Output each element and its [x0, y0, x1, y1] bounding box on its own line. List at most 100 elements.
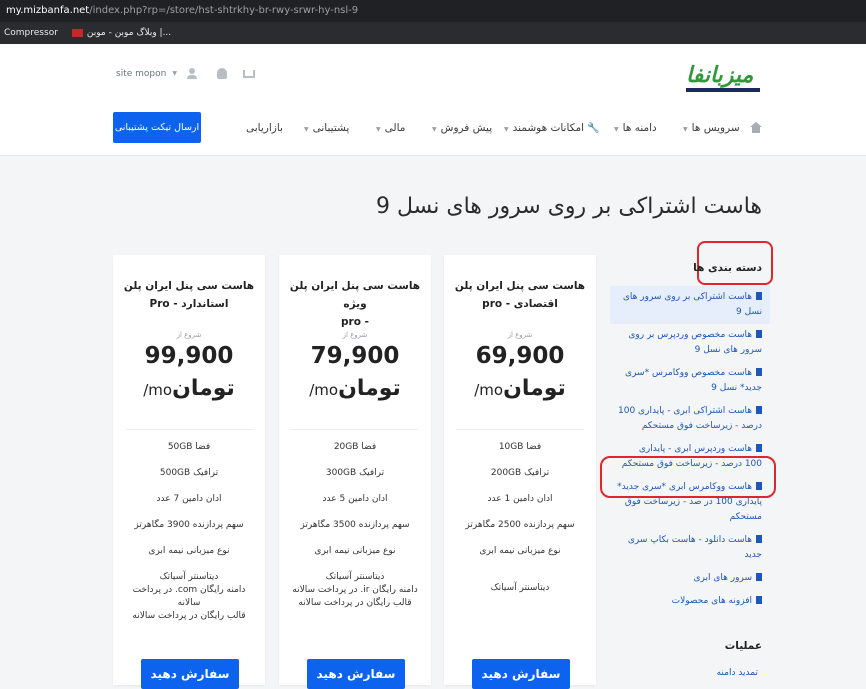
product-title: هاست سی پنل ایران پلن استاندارد - Pro	[121, 277, 257, 313]
page-title: هاست اشتراکی بر روی سرور های نسل 9	[375, 194, 762, 219]
bookmarks-bar: Compressor وبلاگ موبن - موبن |...	[0, 22, 866, 44]
url-path: /index.php?rp=/store/hst-shtrkhy-br-rwy-…	[89, 5, 359, 16]
currency: تومان	[503, 376, 566, 401]
nav-services[interactable]: سرویس ها▼	[683, 122, 740, 134]
product-title-line: استاندارد - Pro	[149, 298, 229, 310]
chevron-down-icon: ▼	[172, 70, 177, 77]
feature-item: دامنه رایگان ir. در پرداخت سالانه	[292, 585, 418, 595]
feature-item: نوع میزبانی نیمه ابری	[314, 546, 396, 556]
divider	[456, 429, 584, 430]
nav-billing[interactable]: مالی▼	[376, 122, 405, 134]
feature-list: فضا 10GB ترافیک 200GB ادان دامین 1 عدد س…	[452, 441, 588, 608]
product-title-line: هاست سی پنل ایران پلن	[123, 280, 255, 292]
site-logo[interactable]: میزبانفا	[686, 63, 754, 88]
product-card: هاست سی پنل ایران پلن استاندارد - Pro شرو…	[113, 255, 265, 689]
divider	[125, 429, 253, 430]
user-icon[interactable]	[186, 68, 197, 79]
bell-icon[interactable]	[216, 68, 227, 79]
product-price: 99,900	[144, 343, 234, 369]
operations-heading: عملیات	[724, 640, 762, 652]
feature-item: قالب رایگان در پرداخت سالانه	[132, 611, 246, 621]
bookmark-mopon-blog[interactable]: وبلاگ موبن - موبن |...	[71, 22, 172, 44]
nav-label: سرویس ها	[691, 122, 740, 134]
feature-item: فضا 50GB	[167, 442, 211, 452]
nav-smart-features[interactable]: 🔧امکانات هوشمند▼	[504, 122, 599, 134]
home-icon[interactable]	[749, 122, 763, 134]
document-icon	[756, 292, 762, 300]
document-icon	[756, 330, 762, 338]
account-area: site mopon ▼	[116, 68, 255, 79]
feature-item: سهم پردازنده 3500 مگاهرتز	[300, 520, 410, 530]
nav-label: مالی	[384, 122, 406, 134]
feature-item: ادان دامین 1 عدد	[487, 494, 553, 504]
feature-item: دامنه رایگان com. در پرداخت سالانه	[132, 585, 246, 608]
nav-label: دامنه ها	[622, 122, 657, 134]
category-item[interactable]: هاست اشتراکی ابری - پایداری 100 درصد - ز…	[610, 400, 770, 438]
feature-item: ترافیک 300GB	[325, 468, 385, 478]
category-label: سرور های ابری	[693, 573, 752, 583]
category-item[interactable]: هاست دانلود - هاست بکاپ سری جدید	[610, 529, 770, 567]
bookmark-compressor[interactable]: Compressor	[4, 22, 58, 44]
chevron-down-icon: ▼	[683, 126, 688, 133]
nav-domains[interactable]: دامنه ها▼	[614, 122, 657, 134]
feature-item: ترافیک 200GB	[490, 468, 550, 478]
category-item[interactable]: هاست مخصوص ووکامرس *سری جدید* نسل 9	[610, 362, 770, 400]
price-period: /moتومان	[113, 376, 265, 401]
bookmark-favicon-icon	[71, 28, 83, 37]
nav-presale[interactable]: پیش فروش▼	[432, 122, 492, 134]
feature-item: نوع میزبانی نیمه ابری	[148, 546, 230, 556]
url-host: my.mizbanfa.net	[6, 5, 90, 16]
order-button[interactable]: سفارش دهید	[141, 659, 239, 689]
annotation-highlight-category	[600, 456, 776, 498]
product-title-line: هاست سی پنل ایران پلن ویژه	[289, 280, 421, 310]
chevron-down-icon: ▼	[504, 126, 509, 133]
chevron-down-icon: ▼	[304, 126, 309, 133]
category-label: هاست اشتراکی بر روی سرور های نسل 9	[622, 292, 762, 317]
category-item[interactable]: هاست اشتراکی بر روی سرور های نسل 9	[610, 286, 770, 324]
chevron-down-icon: ▼	[376, 126, 381, 133]
product-price: 79,900	[310, 343, 400, 369]
nav-label: امکانات هوشمند	[512, 122, 585, 134]
category-item[interactable]: سرور های ابری	[610, 567, 770, 590]
renew-domain-link[interactable]: تمدید دامنه	[717, 668, 758, 678]
document-icon	[756, 535, 762, 543]
billing-period: /mo	[309, 381, 339, 399]
feature-item: ادان دامین 5 عدد	[322, 494, 388, 504]
feature-item: نوع میزبانی نیمه ابری	[479, 546, 561, 556]
feature-item: ترافیک 500GB	[159, 468, 219, 478]
order-button[interactable]: سفارش دهید	[307, 659, 405, 689]
currency: تومان	[338, 376, 401, 401]
product-title: هاست سی پنل ایران پلن اقتصادی - pro	[452, 277, 588, 313]
wrench-icon: 🔧	[587, 123, 600, 134]
nav-label: پیش فروش	[440, 122, 493, 134]
feature-item: قالب رایگان در پرداخت سالانه	[298, 598, 412, 608]
bookmark-label: وبلاگ موبن - موبن |...	[86, 28, 172, 38]
product-title-line: هاست سی پنل ایران پلن	[454, 280, 586, 292]
category-item[interactable]: هاست مخصوص وردپرس بر روی سرور های نسل 9	[610, 324, 770, 362]
categories-list: هاست اشتراکی بر روی سرور های نسل 9 هاست …	[610, 286, 770, 613]
price-from-label: شروع از	[342, 331, 368, 339]
feature-item: دیتاسنتر آسیاتک	[159, 572, 219, 582]
feature-item: دیتاسنتر آسیاتک	[325, 572, 385, 582]
billing-period: /mo	[474, 381, 504, 399]
feature-item: سهم پردازنده 2500 مگاهرتز	[465, 520, 575, 530]
category-label: هاست مخصوص وردپرس بر روی سرور های نسل 9	[628, 330, 762, 355]
document-icon	[756, 368, 762, 376]
feature-item: ادان دامین 7 عدد	[156, 494, 222, 504]
price-period: /moتومان	[444, 376, 596, 401]
nav-marketing[interactable]: بازاریابی	[246, 122, 283, 134]
feature-item: فضا 10GB	[498, 442, 542, 452]
send-ticket-button[interactable]: ارسال تیکت پشتیبانی	[113, 112, 201, 143]
feature-list: فضا 50GB ترافیک 500GB ادان دامین 7 عدد س…	[121, 441, 257, 623]
cart-icon[interactable]	[242, 69, 255, 78]
billing-period: /mo	[143, 381, 173, 399]
order-button[interactable]: سفارش دهید	[472, 659, 570, 689]
chevron-down-icon: ▼	[432, 126, 437, 133]
chevron-down-icon: ▼	[614, 126, 619, 133]
address-bar[interactable]: my.mizbanfa.net/index.php?rp=/store/hst-…	[0, 0, 866, 22]
nav-support[interactable]: پشتیبانی▼	[304, 122, 349, 134]
logo-underline	[686, 88, 760, 92]
category-item[interactable]: افزونه های محصولات	[610, 590, 770, 613]
account-name[interactable]: site mopon	[116, 69, 166, 79]
price-from-label: شروع از	[507, 331, 533, 339]
